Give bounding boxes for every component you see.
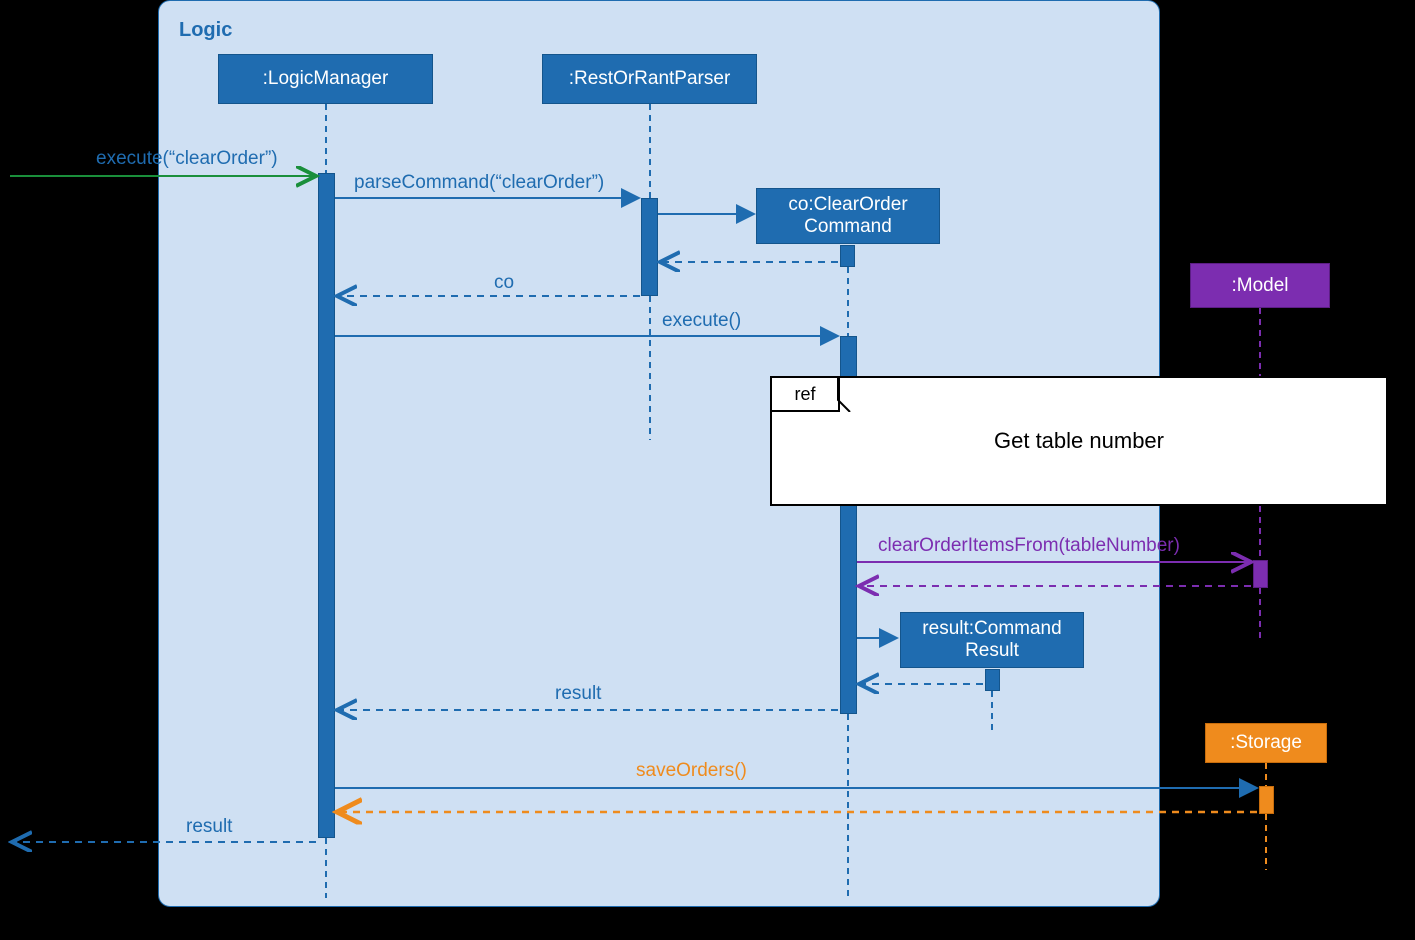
msg-parse-command: parseCommand(“clearOrder”) — [354, 172, 604, 194]
msg-execute: execute() — [662, 310, 741, 332]
participant-clear-order-command: co:ClearOrder Command — [756, 188, 940, 244]
ref-frame-tab: ref — [770, 376, 840, 412]
participant-parser: :RestOrRantParser — [542, 54, 757, 104]
logic-frame-label: Logic — [179, 19, 232, 42]
msg-execute-clear-order: execute(“clearOrder”) — [96, 148, 278, 170]
activation-parser — [641, 198, 658, 296]
ref-frame: ref Get table number — [770, 376, 1388, 506]
participant-model: :Model — [1190, 263, 1330, 308]
participant-storage: :Storage — [1205, 723, 1327, 763]
participant-command-result: result:Command Result — [900, 612, 1084, 668]
participant-logic-manager: :LogicManager — [218, 54, 433, 104]
activation-model — [1253, 560, 1268, 588]
msg-clear-order-items-from: clearOrderItemsFrom(tableNumber) — [878, 535, 1180, 557]
msg-return-co: co — [494, 272, 514, 294]
activation-clear-order-small — [840, 245, 855, 267]
ref-frame-tab-label: ref — [794, 384, 815, 405]
activation-logic-manager — [318, 173, 335, 838]
activation-storage — [1259, 786, 1274, 814]
msg-return-result: result — [555, 683, 601, 705]
ref-frame-title: Get table number — [772, 428, 1386, 454]
activation-command-result — [985, 669, 1000, 691]
msg-final-result: result — [186, 816, 232, 838]
msg-save-orders: saveOrders() — [636, 760, 747, 782]
